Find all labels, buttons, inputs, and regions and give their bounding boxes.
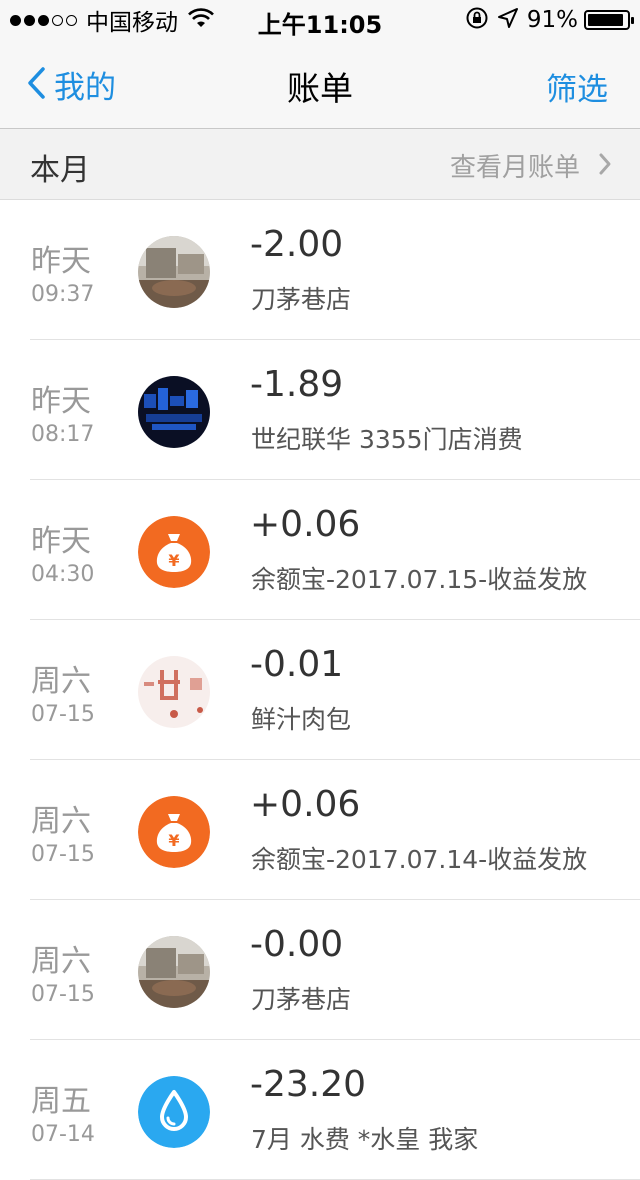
transaction-description: 余额宝-2017.07.14-收益发放: [251, 845, 588, 874]
transaction-time: 08:17: [31, 422, 95, 447]
transaction-day: 昨天: [31, 384, 91, 419]
transaction-amount: -1.89: [250, 364, 344, 405]
location-arrow-icon: [497, 7, 519, 33]
transaction-day: 昨天: [31, 244, 91, 279]
transaction-time: 07-15: [31, 702, 95, 727]
transaction-description: 世纪联华 3355门店消费: [251, 425, 523, 454]
transaction-row[interactable]: 周五 07-14 -23.20 7月 水费 *水皇 我家: [0, 1040, 640, 1180]
transaction-day: 周六: [31, 944, 91, 979]
transaction-row[interactable]: 周六 07-15 -0.00 刀茅巷店: [0, 900, 640, 1040]
month-label: 本月: [30, 153, 90, 188]
transaction-amount: -23.20: [250, 1064, 367, 1105]
transaction-row[interactable]: 周六 07-15 -0.01 鲜汁肉包: [0, 620, 640, 760]
transaction-time: 07-15: [31, 842, 95, 867]
nav-bar: 我的 账单 筛选: [0, 40, 640, 129]
transaction-day: 周五: [31, 1084, 91, 1119]
svg-text:¥: ¥: [168, 551, 179, 570]
transaction-time: 04:30: [31, 562, 95, 587]
transaction-amount: +0.06: [250, 784, 361, 825]
transaction-description: 7月 水费 *水皇 我家: [251, 1125, 479, 1154]
century-lianhua-logo-avatar: [138, 376, 210, 448]
transaction-row[interactable]: 昨天 04:30 ¥ +0.06 余额宝-2017.07.15-收益发放: [0, 480, 640, 620]
month-section-header: 本月 查看月账单: [0, 129, 640, 200]
bun-shop-logo-avatar: [138, 656, 210, 728]
transaction-description: 鲜汁肉包: [251, 705, 352, 734]
transaction-day: 周六: [31, 664, 91, 699]
status-right: 91%: [465, 6, 634, 34]
transaction-amount: -2.00: [250, 224, 344, 265]
store-photo-avatar: [138, 936, 210, 1008]
battery-percent: 91%: [526, 7, 578, 33]
transaction-description: 余额宝-2017.07.15-收益发放: [251, 565, 588, 594]
store-photo-avatar: [138, 236, 210, 308]
transaction-amount: +0.06: [250, 504, 361, 545]
chevron-right-icon: [598, 152, 612, 180]
battery-level-fill: [588, 14, 623, 26]
orientation-lock-icon: [465, 6, 489, 34]
view-monthly-bill-link[interactable]: 查看月账单: [450, 147, 612, 184]
page-title: 账单: [287, 69, 353, 108]
water-drop-icon: [138, 1076, 210, 1148]
filter-button[interactable]: 筛选: [546, 64, 608, 109]
transaction-description: 刀茅巷店: [251, 285, 352, 314]
transaction-time: 09:37: [31, 282, 95, 307]
transaction-row[interactable]: 昨天 08:17 -1.89 世纪联华 3355门店消费: [0, 340, 640, 480]
transaction-row[interactable]: 昨天 09:37 -2.00 刀茅巷店: [0, 200, 640, 340]
transaction-amount: -0.00: [250, 924, 344, 965]
transaction-time: 07-15: [31, 982, 95, 1007]
transaction-row[interactable]: 周六 07-15 ¥ +0.06 余额宝-2017.07.14-收益发放: [0, 760, 640, 900]
yuebao-money-bag-icon: ¥: [138, 516, 210, 588]
status-bar: 中国移动 上午11:05 91%: [0, 0, 640, 40]
transaction-amount: -0.01: [250, 644, 344, 685]
transaction-day: 昨天: [31, 524, 91, 559]
transaction-time: 07-14: [31, 1122, 95, 1147]
transaction-list: 昨天 09:37 -2.00 刀茅巷店 昨天 08:17 -1.89 世纪联华 …: [0, 200, 640, 1180]
svg-text:¥: ¥: [168, 831, 179, 850]
transaction-day: 周六: [31, 804, 91, 839]
yuebao-money-bag-icon: ¥: [138, 796, 210, 868]
battery-icon: [584, 10, 634, 30]
view-monthly-bill-label: 查看月账单: [449, 153, 580, 183]
transaction-description: 刀茅巷店: [251, 985, 352, 1014]
